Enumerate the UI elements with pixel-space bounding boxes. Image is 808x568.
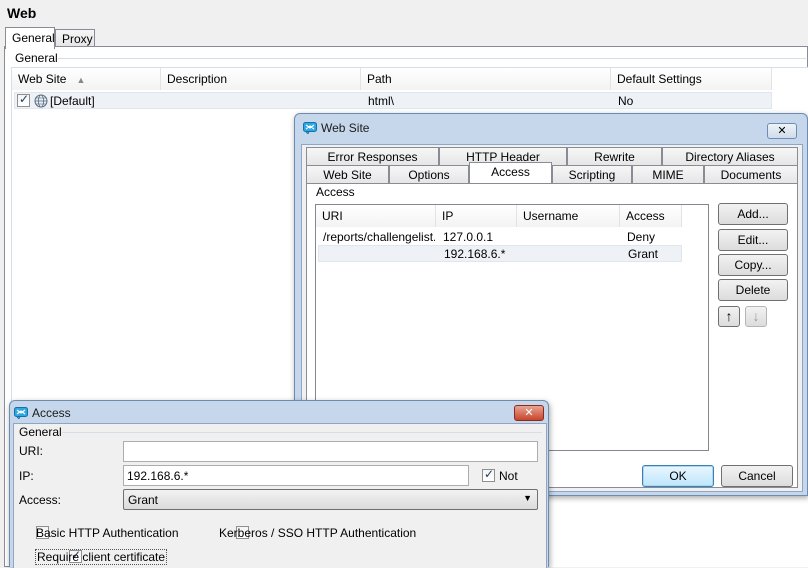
app-logo-icon xyxy=(14,407,28,419)
access-select[interactable]: Grant ▼ xyxy=(123,489,538,510)
uri-label: URI: xyxy=(19,444,43,458)
access-row-ip: 127.0.0.1 xyxy=(443,230,494,244)
cancel-button[interactable]: Cancel xyxy=(721,465,793,487)
ip-input[interactable]: 192.168.6.* xyxy=(123,465,469,486)
access-dialog: Access ✕ General URI: IP: 192.168.6.* No… xyxy=(9,400,549,568)
add-button[interactable]: Add... xyxy=(718,203,788,225)
page-title: Web xyxy=(7,5,37,21)
access-row-ip: 192.168.6.* xyxy=(444,247,506,261)
close-button[interactable]: ✕ xyxy=(514,405,544,421)
close-button[interactable]: ✕ xyxy=(767,123,797,139)
tab-scripting[interactable]: Scripting xyxy=(552,165,632,183)
copy-button[interactable]: Copy... xyxy=(718,254,788,276)
sort-ascending-icon: ▲ xyxy=(76,75,86,85)
table-row[interactable]: /reports/challengelist... 127.0.0.1 Deny xyxy=(316,228,682,245)
site-default-settings: No xyxy=(618,94,634,108)
column-header-ip[interactable]: IP xyxy=(436,205,517,227)
move-down-button[interactable]: ↓ xyxy=(745,306,767,327)
tab-error-responses[interactable]: Error Responses xyxy=(306,147,439,165)
not-checkbox[interactable] xyxy=(482,467,495,482)
chevron-down-icon: ▼ xyxy=(523,493,532,503)
access-label: Access: xyxy=(19,493,62,507)
tab-web-site[interactable]: Web Site xyxy=(306,165,389,183)
access-row-access: Grant xyxy=(628,247,659,261)
delete-button[interactable]: Delete xyxy=(718,279,788,301)
tab-access[interactable]: Access xyxy=(469,162,552,183)
column-header-access[interactable]: Access xyxy=(620,205,682,227)
tab-general[interactable]: General xyxy=(5,27,55,49)
tab-documents[interactable]: Documents xyxy=(704,165,798,183)
general-group-divider xyxy=(58,58,806,59)
sites-list-header: Web Site ▲ Description Path Default Setti… xyxy=(12,68,772,90)
access-group-label: Access xyxy=(314,185,357,199)
site-enabled-checkbox[interactable] xyxy=(17,92,30,107)
tab-options[interactable]: Options xyxy=(389,165,469,183)
uri-input[interactable] xyxy=(123,441,538,462)
site-path: html\ xyxy=(368,94,395,108)
table-row[interactable]: [Default] html\ No xyxy=(14,92,772,109)
column-header-default-settings[interactable]: Default Settings xyxy=(611,68,772,90)
tab-directory-aliases[interactable]: Directory Aliases xyxy=(662,147,798,165)
tab-mime[interactable]: MIME xyxy=(632,165,704,183)
not-label: Not xyxy=(499,469,518,483)
column-header-username[interactable]: Username xyxy=(517,205,620,227)
site-name: [Default] xyxy=(50,94,95,108)
tab-proxy[interactable]: Proxy xyxy=(55,29,95,47)
globe-icon xyxy=(34,94,48,108)
tab-rewrite[interactable]: Rewrite xyxy=(567,147,662,165)
basic-auth-label: Basic HTTP Authentication xyxy=(36,526,179,540)
edit-button[interactable]: Edit... xyxy=(718,229,788,251)
close-icon: ✕ xyxy=(524,407,534,419)
access-list-header: URI IP Username Access xyxy=(316,205,682,227)
general-group-divider xyxy=(62,432,542,433)
general-group-label: General xyxy=(19,425,62,439)
ip-label: IP: xyxy=(19,469,34,483)
general-group-label: General xyxy=(15,51,58,65)
column-header-uri[interactable]: URI xyxy=(316,205,436,227)
access-dialog-title: Access xyxy=(14,406,71,420)
close-icon: ✕ xyxy=(777,125,787,137)
move-up-button[interactable]: ↑ xyxy=(718,306,740,327)
arrow-down-icon: ↓ xyxy=(752,308,760,324)
column-header-path[interactable]: Path xyxy=(361,68,611,90)
access-select-value: Grant xyxy=(128,493,159,507)
access-row-uri: /reports/challengelist... xyxy=(323,230,435,244)
ok-button[interactable]: OK xyxy=(642,465,714,487)
client-cert-label: Require client certificate xyxy=(35,549,168,565)
arrow-up-icon: ↑ xyxy=(725,308,733,324)
column-header-description[interactable]: Description xyxy=(161,68,361,90)
access-row-access: Deny xyxy=(627,230,656,244)
column-header-web-site[interactable]: Web Site ▲ xyxy=(12,68,161,90)
website-dialog-title: Web Site xyxy=(303,121,369,135)
table-row[interactable]: 192.168.6.* Grant xyxy=(318,245,682,262)
kerberos-label: Kerberos / SSO HTTP Authentication xyxy=(219,526,417,540)
access-dialog-body: General URI: IP: 192.168.6.* Not Access:… xyxy=(13,423,547,568)
app-logo-icon xyxy=(303,122,317,134)
